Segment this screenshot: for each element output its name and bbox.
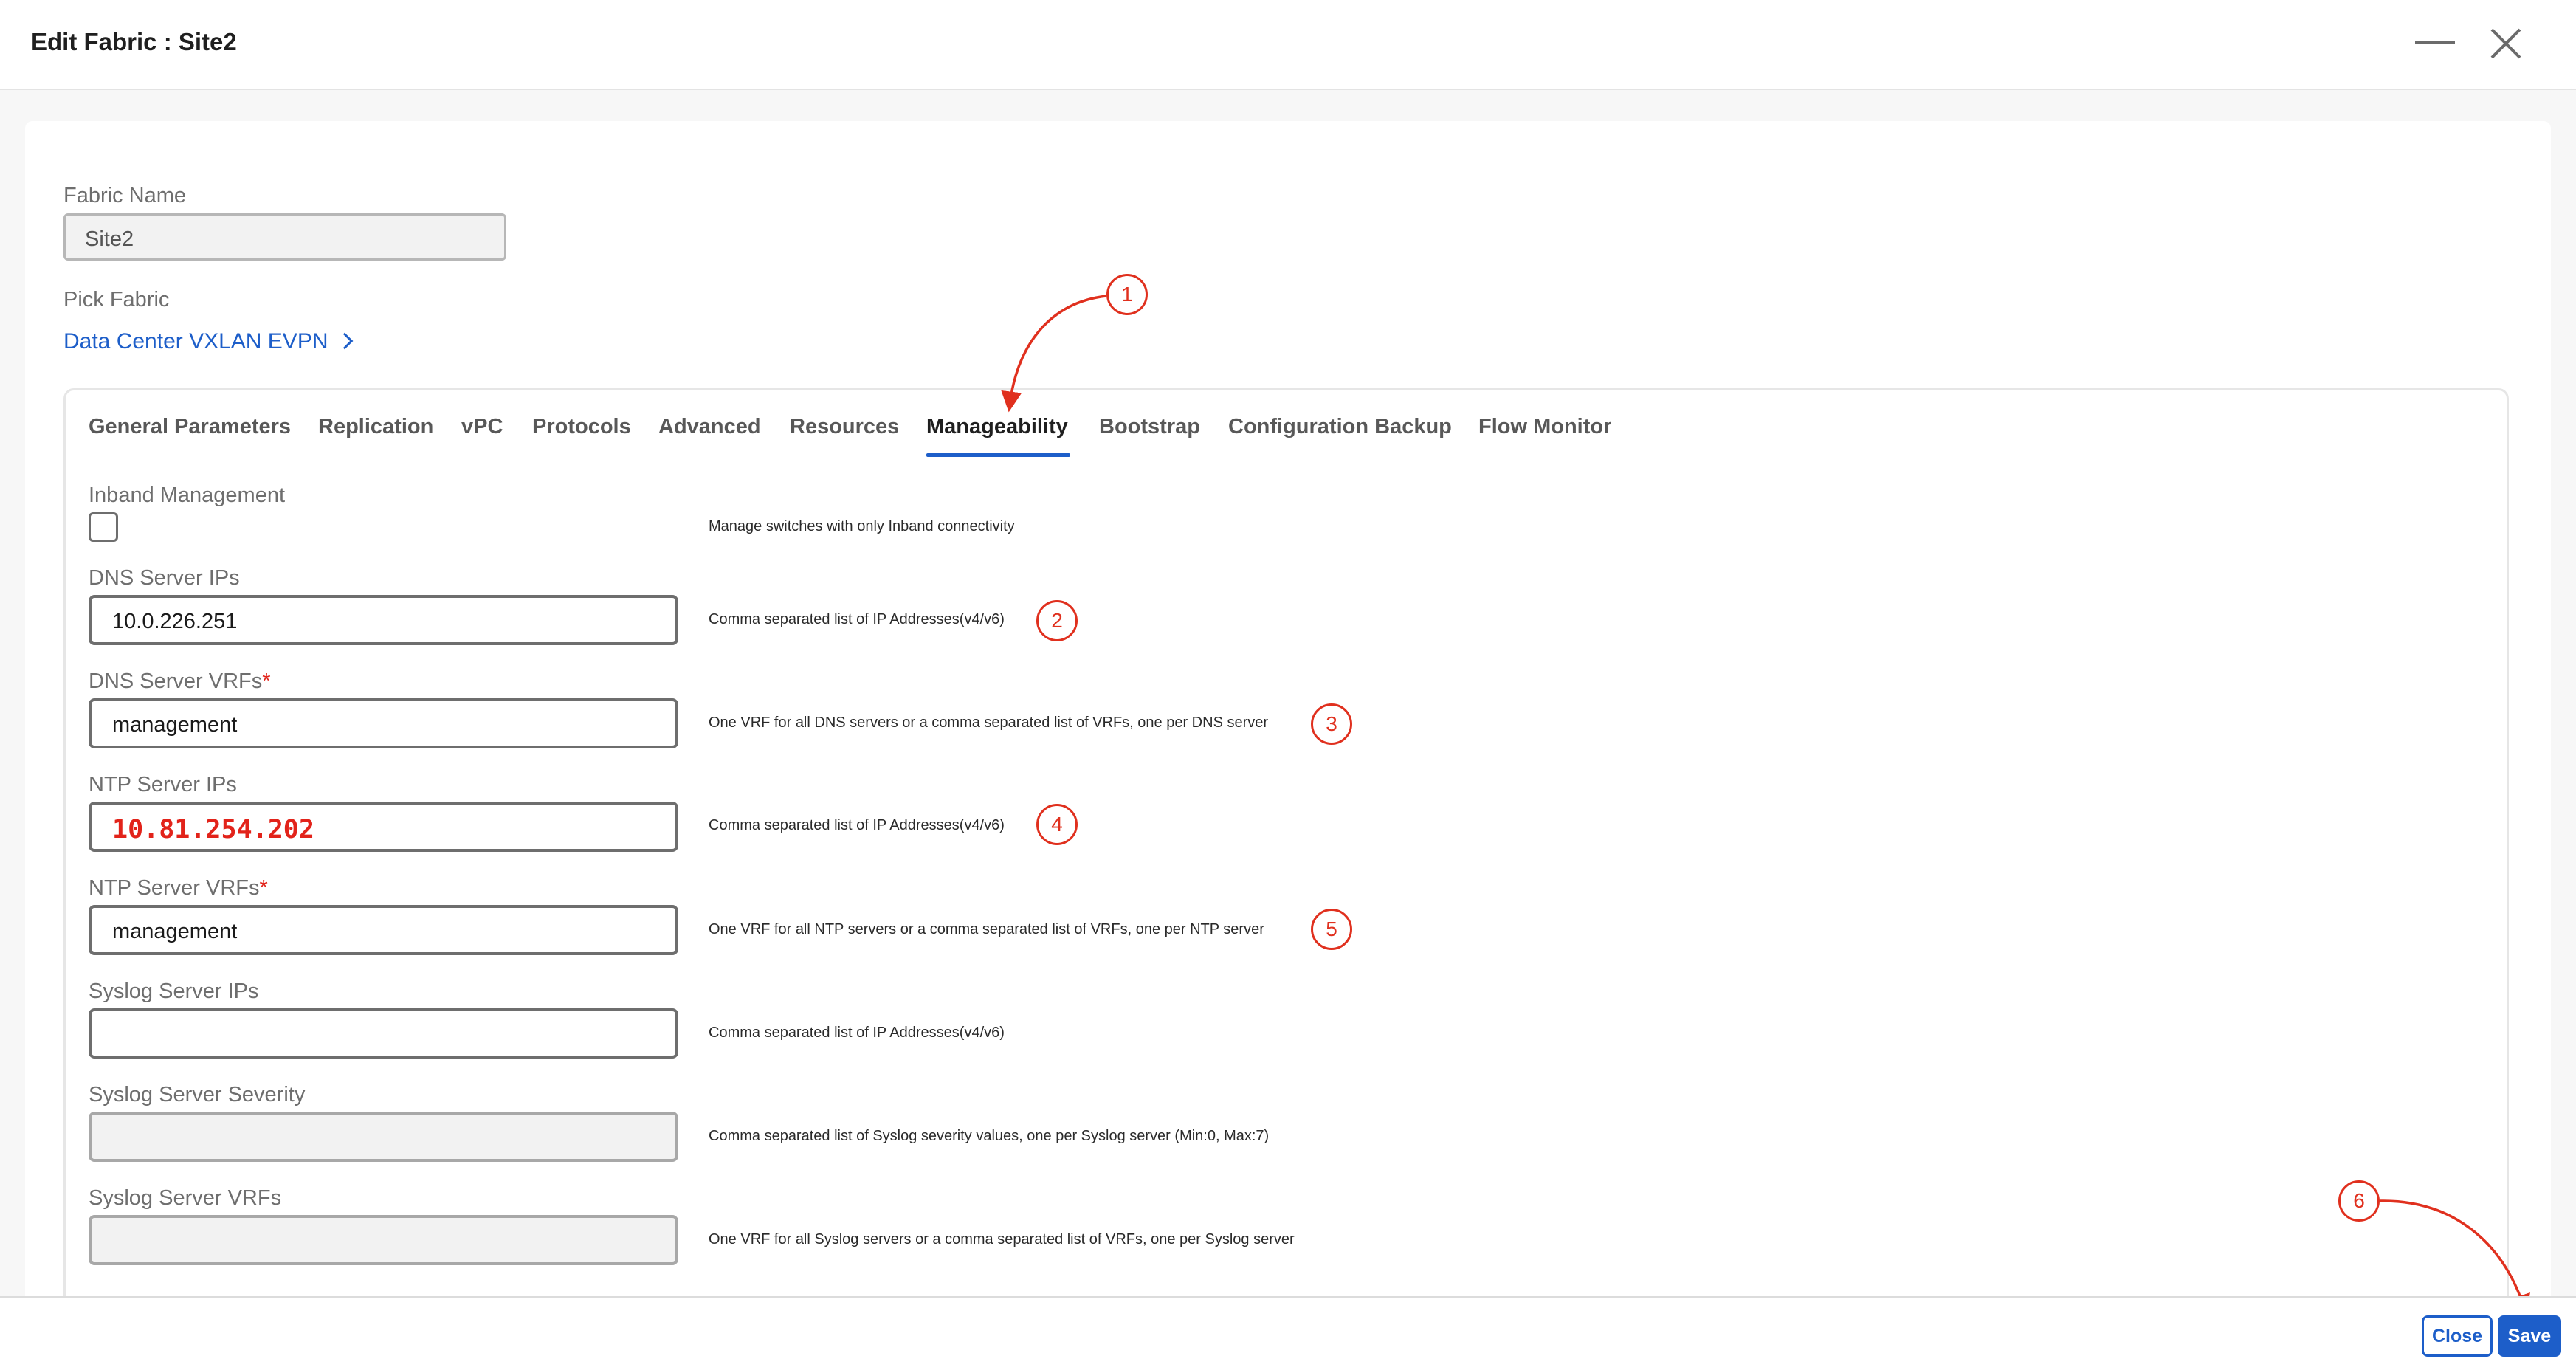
dns-server-vrfs-input[interactable]: management [89, 698, 678, 748]
window-title: Edit Fabric : Site2 [31, 28, 237, 55]
close-button[interactable]: Close [2422, 1315, 2493, 1357]
syslog-server-vrfs-input [89, 1215, 678, 1265]
dns-server-ips-help: Comma separated list of IP Addresses(v4/… [709, 611, 1005, 627]
inband-management-label: Inband Management [89, 483, 286, 507]
footer-bar [0, 1296, 2576, 1370]
ntp-server-ips-input[interactable]: 10.81.254.202 [89, 802, 678, 852]
tab-manageability[interactable]: Manageability [926, 415, 1068, 439]
syslog-server-ips-input[interactable] [89, 1008, 678, 1059]
inband-management-checkbox[interactable] [89, 512, 118, 542]
minimize-icon[interactable] [2415, 41, 2455, 44]
fabric-name-field: Site2 [63, 213, 506, 261]
ntp-server-vrfs-help: One VRF for all NTP servers or a comma s… [709, 921, 1264, 937]
syslog-server-severity-input [89, 1112, 678, 1162]
annotation-marker-2: 2 [1036, 600, 1078, 641]
pick-fabric-link-text: Data Center VXLAN EVPN [63, 329, 328, 354]
tab-bootstrap[interactable]: Bootstrap [1099, 415, 1200, 439]
annotation-marker-3: 3 [1311, 703, 1352, 745]
tab-flow-monitor[interactable]: Flow Monitor [1478, 415, 1611, 439]
close-icon[interactable] [2487, 25, 2524, 62]
tab-protocols[interactable]: Protocols [532, 415, 631, 439]
ntp-server-vrfs-label: NTP Server VRFs* [89, 876, 268, 901]
chevron-right-icon [336, 332, 353, 350]
ntp-server-vrfs-input[interactable]: management [89, 905, 678, 955]
save-button[interactable]: Save [2498, 1315, 2561, 1357]
tab-replication[interactable]: Replication [318, 415, 433, 439]
syslog-server-ips-help: Comma separated list of IP Addresses(v4/… [709, 1025, 1005, 1041]
inband-management-help: Manage switches with only Inband connect… [709, 518, 1015, 534]
tab-advanced[interactable]: Advanced [658, 415, 761, 439]
tab-resources[interactable]: Resources [790, 415, 899, 439]
dns-server-vrfs-label: DNS Server VRFs* [89, 669, 271, 694]
syslog-server-severity-label: Syslog Server Severity [89, 1083, 306, 1106]
header-bar: Edit Fabric : Site2 [0, 0, 2576, 90]
syslog-server-vrfs-help: One VRF for all Syslog servers or a comm… [709, 1231, 1295, 1247]
syslog-server-vrfs-label: Syslog Server VRFs [89, 1186, 282, 1210]
annotation-marker-6: 6 [2338, 1180, 2380, 1222]
pick-fabric-label: Pick Fabric [63, 288, 170, 311]
annotation-marker-5: 5 [1311, 909, 1352, 950]
dns-server-ips-input[interactable]: 10.0.226.251 [89, 595, 678, 645]
annotation-marker-1: 1 [1106, 274, 1148, 315]
ntp-server-vrfs-label-text: NTP Server VRFs [89, 876, 260, 900]
fabric-name-label: Fabric Name [63, 184, 186, 207]
dns-server-ips-label: DNS Server IPs [89, 566, 240, 590]
syslog-server-severity-help: Comma separated list of Syslog severity … [709, 1128, 1270, 1144]
ntp-server-ips-help: Comma separated list of IP Addresses(v4/… [709, 817, 1005, 833]
pick-fabric-link[interactable]: Data Center VXLAN EVPN [63, 329, 353, 354]
annotation-marker-4: 4 [1036, 804, 1078, 845]
tab-vpc[interactable]: vPC [461, 415, 503, 439]
dns-server-vrfs-help: One VRF for all DNS servers or a comma s… [709, 715, 1269, 731]
tab-general-parameters[interactable]: General Parameters [89, 415, 291, 439]
tab-configuration-backup[interactable]: Configuration Backup [1228, 415, 1452, 439]
dns-server-vrfs-label-text: DNS Server VRFs [89, 669, 263, 693]
required-asterisk: * [262, 669, 271, 693]
syslog-server-ips-label: Syslog Server IPs [89, 980, 259, 1003]
required-asterisk: * [259, 876, 268, 900]
active-tab-indicator [926, 453, 1070, 457]
ntp-server-ips-label: NTP Server IPs [89, 773, 237, 796]
